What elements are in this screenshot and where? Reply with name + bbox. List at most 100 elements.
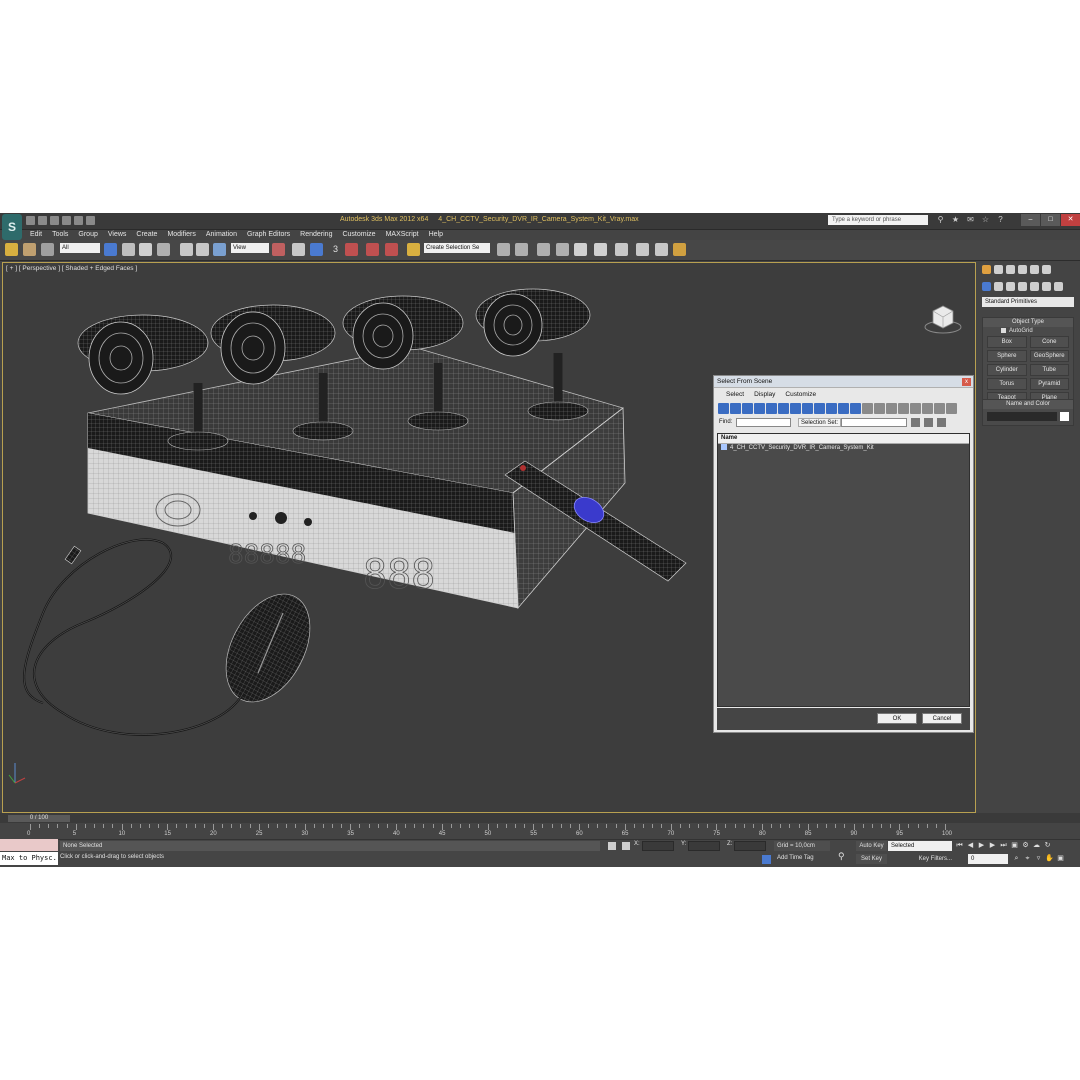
display-frozen-icon[interactable] <box>838 403 849 414</box>
ok-button[interactable]: OK <box>877 713 917 724</box>
undo-icon[interactable] <box>62 216 71 225</box>
next-frame-icon[interactable]: ▶ <box>988 841 997 850</box>
find-input[interactable] <box>736 418 791 427</box>
edit-named-selection-icon[interactable] <box>407 243 420 256</box>
torus-button[interactable]: Torus <box>987 378 1027 391</box>
box-button[interactable]: Box <box>987 336 1027 349</box>
systems-icon[interactable] <box>1054 282 1063 291</box>
helpers-icon[interactable] <box>1030 282 1039 291</box>
x-coordinate-field[interactable] <box>642 841 674 851</box>
display-tab-icon[interactable] <box>1030 265 1039 274</box>
sphere-button[interactable]: Sphere <box>987 350 1027 363</box>
cameras-icon[interactable] <box>1018 282 1027 291</box>
percent-snap-icon[interactable] <box>366 243 379 256</box>
auto-key-button[interactable]: Auto Key <box>856 841 887 851</box>
field-of-view-icon[interactable]: ▿ <box>1034 854 1043 863</box>
dialog-close-button[interactable]: x <box>962 378 971 386</box>
current-frame-field[interactable]: 0 <box>968 854 1008 864</box>
list-item[interactable]: 4_CH_CCTV_Security_DVR_IR_Camera_System_… <box>718 444 969 453</box>
scale-icon[interactable] <box>213 243 226 256</box>
subscription-icon[interactable]: ★ <box>951 215 960 225</box>
favorites-icon[interactable]: ☆ <box>981 215 990 225</box>
menu-group[interactable]: Group <box>74 229 103 240</box>
set-key-button[interactable]: Set Key <box>856 854 887 864</box>
object-color-swatch[interactable] <box>1060 412 1069 421</box>
create-tab-icon[interactable] <box>982 265 991 274</box>
hierarchy-tab-icon[interactable] <box>1006 265 1015 274</box>
primitive-category-dropdown[interactable]: Standard Primitives <box>982 297 1074 307</box>
select-none-icon[interactable] <box>910 403 921 414</box>
window-crossing-icon[interactable] <box>157 243 170 256</box>
geosphere-button[interactable]: GeoSphere <box>1029 350 1069 363</box>
space-warps-icon[interactable] <box>1042 282 1051 291</box>
key-filters-button[interactable]: Key Filters... <box>890 854 952 864</box>
open-file-icon[interactable] <box>38 216 47 225</box>
orbit-icon[interactable]: ↻ <box>1043 841 1052 850</box>
viewcube[interactable] <box>923 297 963 339</box>
display-none-icon[interactable] <box>874 403 885 414</box>
object-type-header[interactable]: Object Type <box>983 318 1073 327</box>
cancel-button[interactable]: Cancel <box>922 713 962 724</box>
new-file-icon[interactable] <box>26 216 35 225</box>
filter-icon[interactable] <box>946 403 957 414</box>
cone-button[interactable]: Cone <box>1029 336 1069 349</box>
geometry-icon[interactable] <box>982 282 991 291</box>
render-setup-icon[interactable] <box>636 243 649 256</box>
selection-set-dropdown[interactable] <box>841 418 907 427</box>
rendered-frame-window-icon[interactable] <box>655 243 668 256</box>
material-editor-icon[interactable] <box>615 243 628 256</box>
curve-editor-icon[interactable] <box>574 243 587 256</box>
reference-coordinate-dropdown[interactable]: View <box>231 243 269 253</box>
redo-icon[interactable] <box>74 216 83 225</box>
menu-tools[interactable]: Tools <box>48 229 74 240</box>
application-button[interactable]: S <box>2 214 22 240</box>
select-all-icon[interactable] <box>898 403 909 414</box>
lights-icon[interactable] <box>1006 282 1015 291</box>
play-icon[interactable]: ▶ <box>977 841 986 850</box>
scene-object-list[interactable]: Name 4_CH_CCTV_Security_DVR_IR_Camera_Sy… <box>717 433 970 707</box>
lock-selection-icon[interactable] <box>608 842 616 850</box>
name-and-color-header[interactable]: Name and Color <box>983 400 1073 409</box>
key-mode-toggle-icon[interactable]: ▣ <box>1010 841 1019 850</box>
selection-set-label[interactable]: Selection Set: <box>798 418 842 427</box>
name-column-header[interactable]: Name <box>718 434 969 444</box>
rectangular-selection-icon[interactable] <box>139 243 152 256</box>
display-cameras-icon[interactable] <box>754 403 765 414</box>
pivot-center-icon[interactable] <box>272 243 285 256</box>
help-search-input[interactable]: Type a keyword or phrase <box>828 215 928 225</box>
rotate-icon[interactable] <box>196 243 209 256</box>
help-icon[interactable]: ? <box>996 215 1005 225</box>
y-coordinate-field[interactable] <box>688 841 720 851</box>
z-coordinate-field[interactable] <box>734 841 766 851</box>
save-selection-set-icon[interactable] <box>911 418 920 427</box>
time-tag-icon[interactable] <box>762 855 771 864</box>
absolute-mode-icon[interactable] <box>622 842 630 850</box>
cylinder-button[interactable]: Cylinder <box>987 364 1027 377</box>
go-to-end-icon[interactable]: ⏭ <box>999 841 1008 850</box>
key-icon[interactable]: ⚲ <box>838 851 845 862</box>
search-icon[interactable]: ⚲ <box>936 215 945 225</box>
utilities-tab-icon[interactable] <box>1042 265 1051 274</box>
display-space-warps-icon[interactable] <box>778 403 789 414</box>
snap-toggle-icon[interactable]: 3 <box>333 244 338 254</box>
layer-manager-icon[interactable] <box>537 243 550 256</box>
display-containers-icon[interactable] <box>826 403 837 414</box>
display-all-icon[interactable] <box>862 403 873 414</box>
menu-edit[interactable]: Edit <box>26 229 48 240</box>
add-to-set-icon[interactable] <box>924 418 933 427</box>
named-selection-dropdown[interactable]: Create Selection Se <box>424 243 490 253</box>
time-slider-track[interactable] <box>0 813 1080 823</box>
sync-selection-icon[interactable] <box>934 403 945 414</box>
select-object-icon[interactable] <box>104 243 117 256</box>
display-lights-icon[interactable] <box>742 403 753 414</box>
save-file-icon[interactable] <box>50 216 59 225</box>
spinner-snap-icon[interactable] <box>385 243 398 256</box>
shapes-icon[interactable] <box>994 282 1003 291</box>
menu-help[interactable]: Help <box>425 229 449 240</box>
walkthrough-icon[interactable]: ☁ <box>1032 841 1041 850</box>
dialog-menu-select[interactable]: Select <box>726 391 744 398</box>
bind-space-warp-icon[interactable] <box>41 243 54 256</box>
add-time-tag[interactable]: Add Time Tag <box>777 855 814 861</box>
display-xrefs-icon[interactable] <box>802 403 813 414</box>
keyboard-shortcut-override-icon[interactable] <box>310 243 323 256</box>
